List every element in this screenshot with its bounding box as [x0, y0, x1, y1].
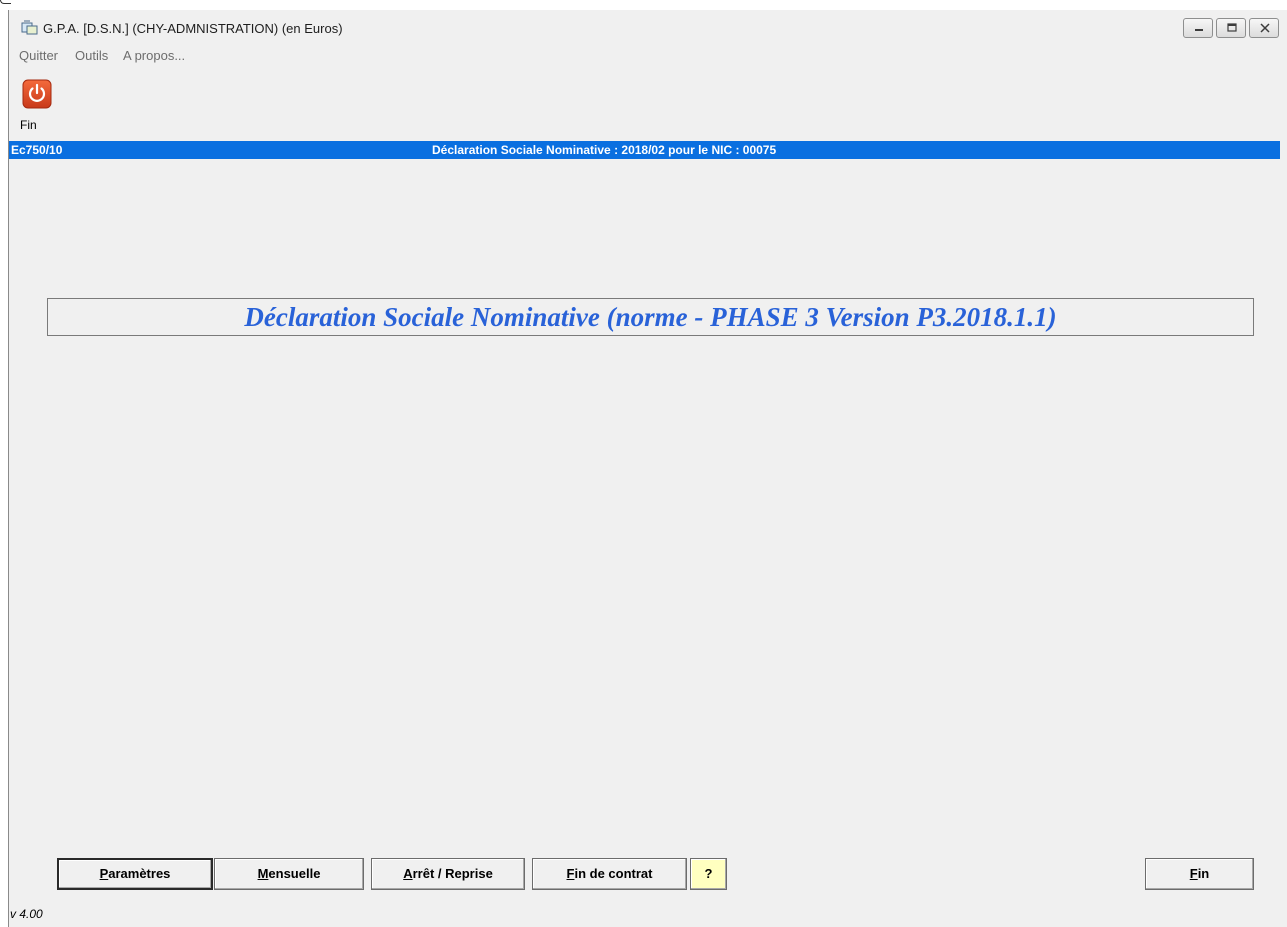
screen-header-bar: Ec750/10 Déclaration Sociale Nominative … [9, 141, 1280, 159]
fin-toolbar-button[interactable]: Fin [9, 76, 63, 132]
fin-toolbar-label: Fin [20, 118, 37, 132]
maximize-button[interactable] [1216, 18, 1246, 38]
minimize-icon [1195, 29, 1203, 31]
parametres-button[interactable]: Paramètres [57, 858, 213, 890]
dsn-banner: Déclaration Sociale Nominative (norme - … [47, 298, 1254, 336]
fin-accel: F [1189, 866, 1198, 881]
arret-reprise-label: rrêt / Reprise [412, 866, 493, 881]
help-button[interactable]: ? [690, 858, 727, 890]
mensuelle-button[interactable]: Mensuelle [214, 858, 364, 890]
version-label: v 4.00 [10, 907, 43, 921]
screen-code: Ec750/10 [11, 143, 63, 157]
title-bar: G.P.A. [D.S.N.] (CHY-ADMNISTRATION) (en … [9, 10, 1287, 46]
top-strip-mark [0, 0, 11, 4]
window-controls [1180, 18, 1279, 38]
parametres-label: aramètres [108, 866, 171, 881]
toolbar: Fin [9, 66, 1287, 134]
fin-de-contrat-label: in de contrat [574, 866, 653, 881]
app-window: G.P.A. [D.S.N.] (CHY-ADMNISTRATION) (en … [8, 10, 1287, 927]
fin-button[interactable]: Fin [1145, 858, 1254, 890]
fin-label: in [1197, 866, 1210, 881]
menu-bar: Quitter Outils A propos... [9, 46, 1287, 66]
screen-header-title: Déclaration Sociale Nominative : 2018/02… [432, 143, 777, 157]
close-button[interactable] [1249, 18, 1279, 38]
arret-reprise-button[interactable]: Arrêt / Reprise [371, 858, 525, 890]
parametres-accel: P [99, 866, 109, 881]
menu-item-a-propos[interactable]: A propos... [123, 48, 185, 63]
menu-item-outils[interactable]: Outils [75, 48, 108, 63]
top-strip [0, 0, 1287, 10]
mensuelle-accel: M [257, 866, 269, 881]
arret-reprise-accel: A [403, 866, 413, 881]
menu-item-quitter[interactable]: Quitter [19, 48, 58, 63]
mensuelle-label: ensuelle [268, 866, 321, 881]
minimize-button[interactable] [1183, 18, 1213, 38]
app-icon [21, 20, 39, 36]
power-icon [22, 79, 52, 109]
close-icon [1260, 23, 1270, 33]
window-title: G.P.A. [D.S.N.] (CHY-ADMNISTRATION) (en … [43, 21, 343, 36]
fin-de-contrat-button[interactable]: Fin de contrat [532, 858, 687, 890]
restore-icon [1227, 23, 1237, 32]
